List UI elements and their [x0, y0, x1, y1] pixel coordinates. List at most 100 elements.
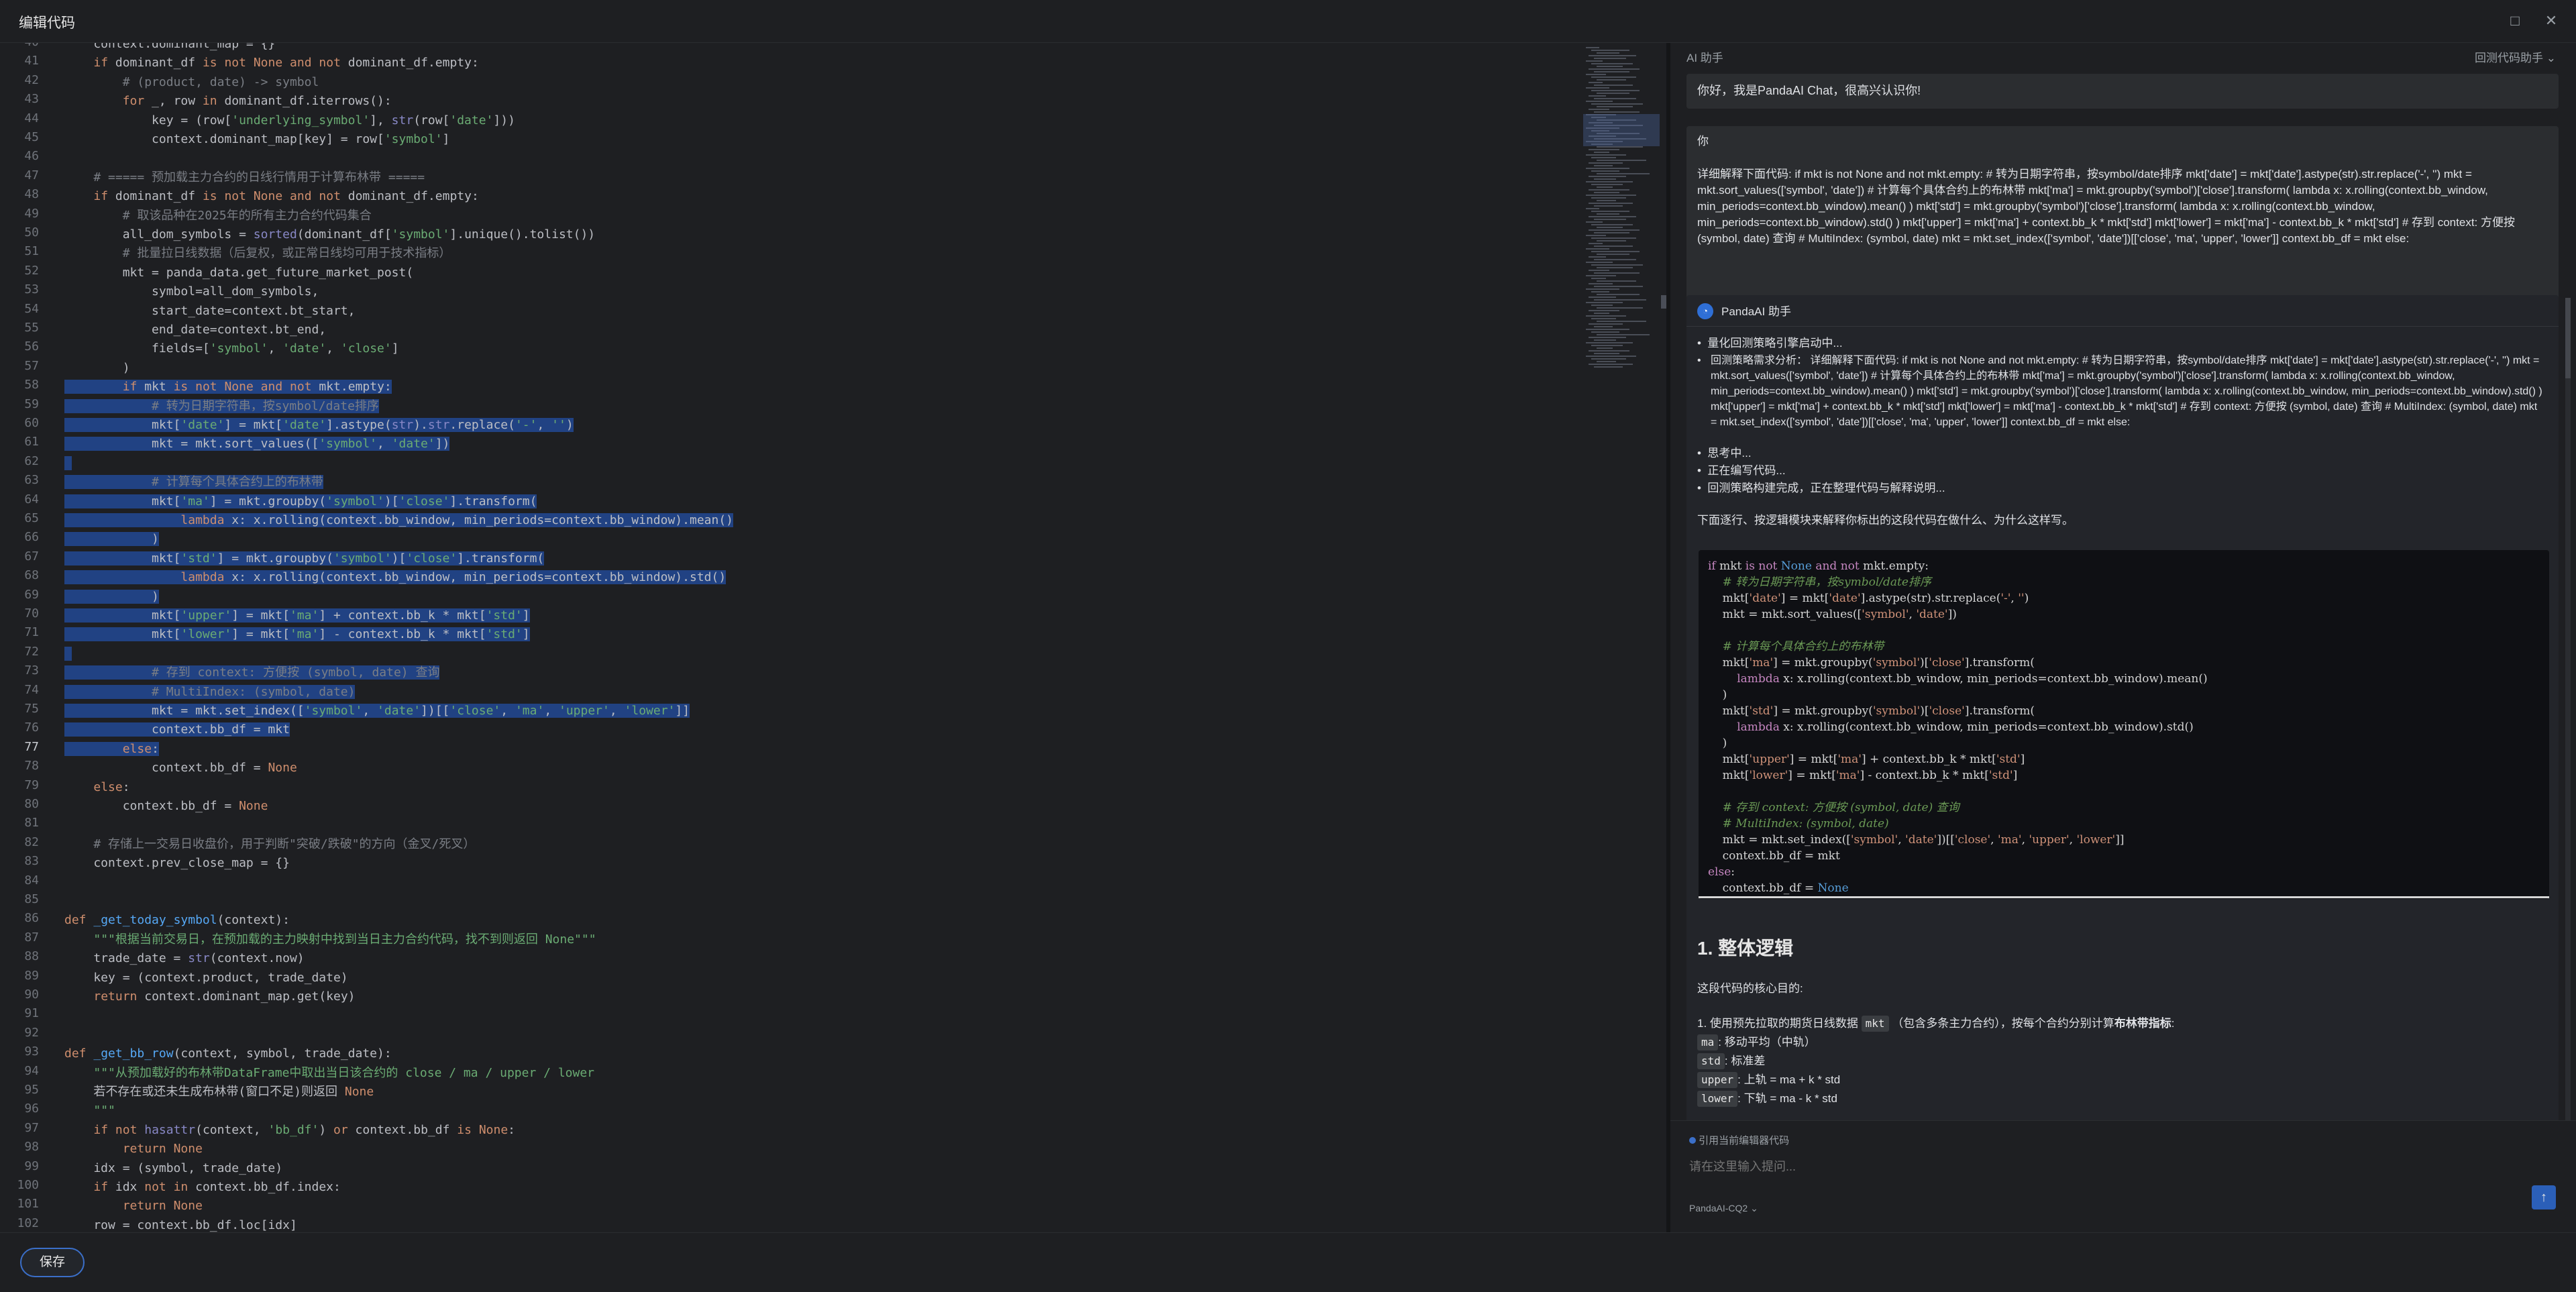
- code-line[interactable]: mkt = mkt.sort_values(['symbol', 'date']…: [64, 435, 450, 453]
- code-line[interactable]: mkt['std'] = mkt.groupby('symbol')['clos…: [64, 549, 545, 568]
- ai-panel-scrollbar-thumb[interactable]: [2565, 298, 2571, 378]
- code-line[interactable]: all_dom_symbols = sorted(dominant_df['sy…: [64, 225, 595, 244]
- section-title: 1. 整体逻辑: [1697, 938, 1794, 959]
- minimap-line: [1597, 52, 1619, 54]
- code-line[interactable]: # 转为日期字符串，按symbol/date排序: [64, 397, 379, 416]
- code-line[interactable]: mkt = panda_data.get_future_market_post(: [64, 264, 413, 282]
- line-number: 83: [24, 854, 39, 869]
- minimap-line: [1586, 154, 1626, 156]
- code-line[interactable]: end_date=context.bt_end,: [64, 321, 326, 339]
- chat-input[interactable]: [1689, 1154, 2534, 1179]
- code-line[interactable]: else:: [64, 778, 129, 797]
- minimap-line: [1589, 364, 1633, 365]
- code-line[interactable]: # ===== 预加载主力合约的日线行情用于计算布林带 =====: [64, 168, 425, 187]
- minimap-line: [1589, 229, 1640, 231]
- minimap-line: [1594, 299, 1646, 301]
- code-line[interactable]: context.dominant_map = {}: [64, 43, 275, 54]
- code-line[interactable]: 若不存在或还未生成布林带(窗口不足)则返回 None: [64, 1083, 374, 1101]
- code-line[interactable]: trade_date = str(context.now): [64, 949, 304, 968]
- line-number: 40: [24, 43, 39, 49]
- code-line[interactable]: # 计算每个具体合约上的布林带: [64, 473, 323, 492]
- code-line[interactable]: else:: [64, 740, 159, 759]
- def-item: lower: 下轨 = ma - k * std: [1697, 1091, 1837, 1107]
- code-line[interactable]: idx = (symbol, trade_date): [64, 1159, 282, 1178]
- ai-panel-scrollbar[interactable]: [2565, 298, 2571, 1170]
- footer-bar: 保存: [0, 1232, 2576, 1292]
- code-line[interactable]: return context.dominant_map.get(key): [64, 987, 355, 1006]
- save-button[interactable]: 保存: [20, 1248, 85, 1277]
- line-number: 57: [24, 358, 39, 373]
- code-line[interactable]: ): [64, 359, 130, 378]
- code-line[interactable]: # (product, date) -> symbol: [64, 73, 319, 92]
- code-line[interactable]: # 批量拉日线数据（后复权，或正常日线均可用于技术指标）: [64, 244, 451, 263]
- code-line[interactable]: if idx not in context.bb_df.index:: [64, 1178, 341, 1197]
- window-title: 编辑代码: [19, 15, 75, 31]
- code-line[interactable]: return None: [64, 1197, 203, 1216]
- code-line[interactable]: """从预加载好的布林带DataFrame中取出当日该合约的 close / m…: [64, 1064, 594, 1083]
- code-line[interactable]: context.dominant_map[key] = row['symbol'…: [64, 130, 449, 149]
- code-line[interactable]: if dominant_df is not None and not domin…: [64, 54, 478, 72]
- minimap-line: [1589, 176, 1626, 177]
- section-intro: 这段代码的核心目的:: [1697, 982, 1803, 995]
- minimap-line: [1594, 152, 1609, 153]
- send-button[interactable]: ↑: [2532, 1185, 2556, 1209]
- code-minimap[interactable]: [1583, 43, 1664, 419]
- code-line[interactable]: key = (row['underlying_symbol'], str(row…: [64, 111, 515, 130]
- code-line[interactable]: [64, 454, 72, 473]
- code-line[interactable]: """根据当前交易日，在预加载的主力映射中找到当日主力合约代码，找不到则返回 N…: [64, 930, 596, 949]
- code-line[interactable]: fields=['symbol', 'date', 'close']: [64, 339, 399, 358]
- code-line[interactable]: # 存到 context: 方便按 (symbol, date) 查询: [64, 663, 440, 682]
- code-line[interactable]: ): [64, 588, 159, 606]
- editor-scrollbar[interactable]: [1660, 43, 1666, 1232]
- code-line[interactable]: def _get_today_symbol(context):: [64, 911, 290, 930]
- line-number: 88: [24, 949, 39, 964]
- minimap-line: [1586, 342, 1633, 343]
- reference-editor-code-toggle[interactable]: 引用当前编辑器代码: [1689, 1133, 1789, 1147]
- code-line[interactable]: context.bb_df = None: [64, 759, 297, 777]
- close-icon[interactable]: ✕: [2542, 12, 2560, 30]
- explanation-code-line: mkt = mkt.sort_values(['symbol', 'date']…: [1708, 608, 1957, 621]
- code-line[interactable]: return None: [64, 1140, 203, 1159]
- code-line[interactable]: [64, 645, 72, 663]
- code-line[interactable]: # MultiIndex: (symbol, date): [64, 683, 356, 702]
- code-line[interactable]: context.prev_close_map = {}: [64, 854, 290, 873]
- ai-panel-title: AI 助手: [1686, 52, 1723, 64]
- editor-scrollbar-thumb[interactable]: [1661, 295, 1666, 309]
- code-line[interactable]: def _get_bb_row(context, symbol, trade_d…: [64, 1044, 392, 1063]
- code-line[interactable]: row = context.bb_df.loc[idx]: [64, 1216, 297, 1232]
- code-line[interactable]: context.bb_df = mkt: [64, 720, 290, 739]
- minimap-line: [1586, 195, 1636, 196]
- code-line[interactable]: lambda x: x.rolling(context.bb_window, m…: [64, 568, 727, 587]
- explanation-code-line: ): [1708, 688, 1727, 702]
- maximize-icon[interactable]: □: [2506, 12, 2524, 30]
- explanation-code-line: if mkt is not None and not mkt.empty:: [1708, 559, 1929, 573]
- explanation-code-line: mkt['std'] = mkt.groupby('symbol')['clos…: [1708, 704, 2035, 718]
- code-line[interactable]: # 取该品种在2025年的所有主力合约代码集合: [64, 207, 372, 225]
- code-line[interactable]: """: [64, 1101, 115, 1120]
- code-line[interactable]: ): [64, 530, 159, 549]
- line-number: 60: [24, 416, 39, 430]
- code-line[interactable]: symbol=all_dom_symbols,: [64, 282, 319, 301]
- code-block-scrollbar[interactable]: [1699, 896, 2549, 898]
- minimap-viewport[interactable]: [1583, 114, 1662, 146]
- assistant-mode-select[interactable]: 回测代码助手 ⌄: [2475, 48, 2556, 65]
- code-line[interactable]: for _, row in dominant_df.iterrows():: [64, 92, 392, 111]
- code-line[interactable]: if dominant_df is not None and not domin…: [64, 187, 478, 206]
- code-line[interactable]: # 存储上一交易日收盘价，用于判断"突破/跌破"的方向（金叉/死叉）: [64, 835, 475, 854]
- code-line[interactable]: mkt['date'] = mkt['date'].astype(str).st…: [64, 416, 574, 435]
- code-line[interactable]: context.bb_df = None: [64, 797, 268, 816]
- explanation-code-block[interactable]: if mkt is not None and not mkt.empty: # …: [1699, 550, 2549, 899]
- code-line[interactable]: if not hasattr(context, 'bb_df') or cont…: [64, 1121, 515, 1140]
- code-line[interactable]: start_date=context.bt_start,: [64, 302, 355, 321]
- code-line[interactable]: if mkt is not None and not mkt.empty:: [64, 378, 392, 396]
- code-line[interactable]: lambda x: x.rolling(context.bb_window, m…: [64, 511, 734, 530]
- code-line[interactable]: mkt['ma'] = mkt.groupby('symbol')['close…: [64, 492, 537, 511]
- minimap-line: [1589, 189, 1629, 191]
- code-area[interactable]: context.dominant_map = {} if dominant_df…: [64, 43, 1574, 1232]
- model-select[interactable]: PandaAI-CQ2 ⌄: [1689, 1203, 1758, 1214]
- code-line[interactable]: mkt['lower'] = mkt['ma'] - context.bb_k …: [64, 625, 530, 644]
- code-editor[interactable]: 40 41 42 43 44 45 46 47 48 49 50 51 52 53 54 55 56 57 58 59…: [0, 43, 1586, 1232]
- code-line[interactable]: mkt = mkt.set_index(['symbol', 'date'])[…: [64, 702, 690, 720]
- code-line[interactable]: key = (context.product, trade_date): [64, 969, 347, 987]
- code-line[interactable]: mkt['upper'] = mkt['ma'] + context.bb_k …: [64, 606, 530, 625]
